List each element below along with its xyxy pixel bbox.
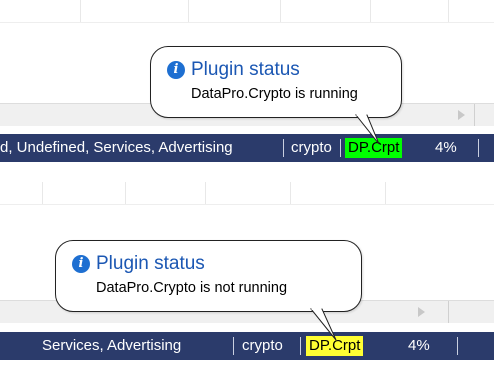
grid-divider xyxy=(188,0,189,22)
tooltip-title-row: i Plugin status xyxy=(167,59,300,81)
status-percent: 4% xyxy=(435,139,457,156)
scroll-right-arrow-icon[interactable] xyxy=(458,110,465,120)
grid-divider xyxy=(280,0,281,22)
grid-divider xyxy=(80,0,81,22)
panel-plugin-running: d, Undefined, Services, Advertising cryp… xyxy=(0,0,494,175)
plugin-status-tooltip: i Plugin status DataPro.Crypto is not run… xyxy=(55,240,362,312)
tooltip-pointer xyxy=(309,308,337,341)
info-icon: i xyxy=(167,61,185,79)
grid-divider xyxy=(42,182,43,204)
scrollbar-divider xyxy=(474,104,475,126)
tooltip-title: Plugin status xyxy=(191,59,300,80)
tooltip-title: Plugin status xyxy=(96,253,205,274)
grid-divider xyxy=(290,182,291,204)
status-bar: d, Undefined, Services, Advertising cryp… xyxy=(0,134,494,162)
grid-divider xyxy=(370,0,371,22)
grid-divider xyxy=(125,182,126,204)
grid-divider xyxy=(448,0,449,22)
plugin-status-tooltip: i Plugin status DataPro.Crypto is running xyxy=(150,46,402,118)
scrollbar-divider xyxy=(448,301,449,323)
status-percent: 4% xyxy=(408,337,430,354)
info-icon: i xyxy=(72,255,90,273)
status-categories: Services, Advertising xyxy=(42,337,182,354)
tooltip-message: DataPro.Crypto is running xyxy=(191,86,358,102)
grid-divider xyxy=(385,182,386,204)
status-bar: Services, Advertising crypto DP.Crpt 4% xyxy=(0,332,494,360)
panel-plugin-not-running: Services, Advertising crypto DP.Crpt 4% … xyxy=(0,182,494,365)
status-separator xyxy=(478,139,479,157)
grid-row xyxy=(0,182,494,205)
grid-row xyxy=(0,0,494,23)
status-separator xyxy=(457,337,458,355)
scroll-right-arrow-icon[interactable] xyxy=(418,307,425,317)
status-separator xyxy=(300,337,301,355)
status-tag: crypto xyxy=(242,337,283,354)
grid-divider xyxy=(205,182,206,204)
status-separator xyxy=(283,139,284,157)
status-tag: crypto xyxy=(291,139,332,156)
tooltip-pointer xyxy=(354,114,380,145)
status-categories: d, Undefined, Services, Advertising xyxy=(0,139,233,156)
status-separator xyxy=(340,139,341,157)
tooltip-title-row: i Plugin status xyxy=(72,253,205,275)
status-separator xyxy=(233,337,234,355)
tooltip-message: DataPro.Crypto is not running xyxy=(96,280,288,296)
